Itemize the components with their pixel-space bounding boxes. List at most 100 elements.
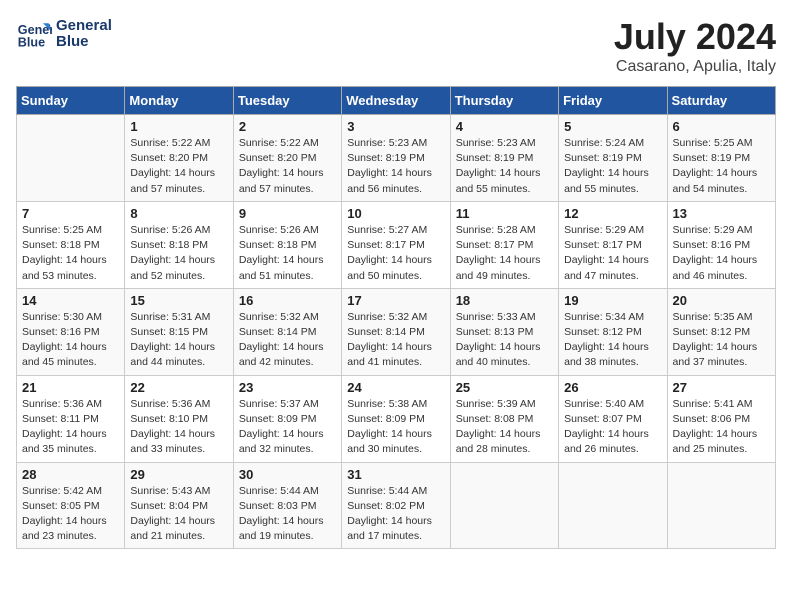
calendar-cell: 14 Sunrise: 5:30 AMSunset: 8:16 PMDayligh… — [17, 288, 125, 375]
day-number: 13 — [673, 206, 770, 221]
day-info: Sunrise: 5:23 AMSunset: 8:19 PMDaylight:… — [456, 136, 553, 197]
day-info: Sunrise: 5:36 AMSunset: 8:10 PMDaylight:… — [130, 397, 227, 458]
day-number: 31 — [347, 467, 444, 482]
calendar-cell: 29 Sunrise: 5:43 AMSunset: 8:04 PMDayligh… — [125, 462, 233, 549]
day-number: 22 — [130, 380, 227, 395]
day-number: 19 — [564, 293, 661, 308]
day-info: Sunrise: 5:25 AMSunset: 8:18 PMDaylight:… — [22, 223, 119, 284]
calendar-cell: 21 Sunrise: 5:36 AMSunset: 8:11 PMDayligh… — [17, 375, 125, 462]
calendar-cell: 23 Sunrise: 5:37 AMSunset: 8:09 PMDayligh… — [233, 375, 341, 462]
location: Casarano, Apulia, Italy — [614, 58, 776, 76]
calendar-cell: 1Sunrise: 5:22 AMSunset: 8:20 PMDaylight… — [125, 115, 233, 202]
day-number: 11 — [456, 206, 553, 221]
calendar-cell: 8Sunrise: 5:26 AMSunset: 8:18 PMDaylight… — [125, 201, 233, 288]
day-number: 26 — [564, 380, 661, 395]
day-info: Sunrise: 5:25 AMSunset: 8:19 PMDaylight:… — [673, 136, 770, 197]
day-info: Sunrise: 5:44 AMSunset: 8:02 PMDaylight:… — [347, 484, 444, 545]
day-number: 27 — [673, 380, 770, 395]
calendar-cell: 19Sunrise: 5:34 AMSunset: 8:12 PMDayligh… — [559, 288, 667, 375]
calendar-cell — [667, 462, 775, 549]
day-info: Sunrise: 5:40 AMSunset: 8:07 PMDaylight:… — [564, 397, 661, 458]
day-number: 3 — [347, 119, 444, 134]
day-info: Sunrise: 5:33 AMSunset: 8:13 PMDaylight:… — [456, 310, 553, 371]
day-info: Sunrise: 5:36 AMSunset: 8:11 PMDaylight:… — [22, 397, 119, 458]
logo: General Blue General Blue — [16, 16, 112, 52]
day-info: Sunrise: 5:27 AMSunset: 8:17 PMDaylight:… — [347, 223, 444, 284]
svg-text:Blue: Blue — [18, 36, 45, 50]
day-number: 4 — [456, 119, 553, 134]
day-number: 23 — [239, 380, 336, 395]
day-info: Sunrise: 5:39 AMSunset: 8:08 PMDaylight:… — [456, 397, 553, 458]
title-area: July 2024 Casarano, Apulia, Italy — [614, 16, 776, 76]
calendar-cell — [17, 115, 125, 202]
calendar-cell: 10 Sunrise: 5:27 AMSunset: 8:17 PMDayligh… — [342, 201, 450, 288]
day-number: 9 — [239, 206, 336, 221]
calendar-cell — [559, 462, 667, 549]
header-friday: Friday — [559, 87, 667, 115]
calendar-cell: 15 Sunrise: 5:31 AMSunset: 8:15 PMDayligh… — [125, 288, 233, 375]
day-number: 7 — [22, 206, 119, 221]
day-number: 18 — [456, 293, 553, 308]
day-number: 17 — [347, 293, 444, 308]
calendar-cell: 12 Sunrise: 5:29 AMSunset: 8:17 PMDayligh… — [559, 201, 667, 288]
day-info: Sunrise: 5:23 AMSunset: 8:19 PMDaylight:… — [347, 136, 444, 197]
day-number: 28 — [22, 467, 119, 482]
calendar-cell: 20 Sunrise: 5:35 AMSunset: 8:12 PMDayligh… — [667, 288, 775, 375]
day-info: Sunrise: 5:31 AMSunset: 8:15 PMDaylight:… — [130, 310, 227, 371]
day-info: Sunrise: 5:29 AMSunset: 8:16 PMDaylight:… — [673, 223, 770, 284]
day-number: 16 — [239, 293, 336, 308]
week-row-2: 7 Sunrise: 5:25 AMSunset: 8:18 PMDaylight… — [17, 201, 776, 288]
calendar-cell: 3 Sunrise: 5:23 AMSunset: 8:19 PMDaylight… — [342, 115, 450, 202]
calendar-cell: 28 Sunrise: 5:42 AMSunset: 8:05 PMDayligh… — [17, 462, 125, 549]
day-number: 8 — [130, 206, 227, 221]
day-info: Sunrise: 5:38 AMSunset: 8:09 PMDaylight:… — [347, 397, 444, 458]
header: General Blue General Blue July 2024 Casa… — [16, 16, 776, 76]
day-number: 10 — [347, 206, 444, 221]
day-info: Sunrise: 5:37 AMSunset: 8:09 PMDaylight:… — [239, 397, 336, 458]
day-number: 20 — [673, 293, 770, 308]
calendar-cell: 30Sunrise: 5:44 AMSunset: 8:03 PMDayligh… — [233, 462, 341, 549]
header-sunday: Sunday — [17, 87, 125, 115]
day-info: Sunrise: 5:32 AMSunset: 8:14 PMDaylight:… — [239, 310, 336, 371]
calendar-cell: 24 Sunrise: 5:38 AMSunset: 8:09 PMDayligh… — [342, 375, 450, 462]
day-info: Sunrise: 5:43 AMSunset: 8:04 PMDaylight:… — [130, 484, 227, 545]
day-number: 21 — [22, 380, 119, 395]
day-info: Sunrise: 5:24 AMSunset: 8:19 PMDaylight:… — [564, 136, 661, 197]
week-row-4: 21 Sunrise: 5:36 AMSunset: 8:11 PMDayligh… — [17, 375, 776, 462]
header-row: SundayMondayTuesdayWednesdayThursdayFrid… — [17, 87, 776, 115]
calendar-cell: 2Sunrise: 5:22 AMSunset: 8:20 PMDaylight… — [233, 115, 341, 202]
calendar-cell: 16 Sunrise: 5:32 AMSunset: 8:14 PMDayligh… — [233, 288, 341, 375]
day-info: Sunrise: 5:22 AMSunset: 8:20 PMDaylight:… — [239, 136, 336, 197]
calendar-cell: 18 Sunrise: 5:33 AMSunset: 8:13 PMDayligh… — [450, 288, 558, 375]
calendar-cell: 22 Sunrise: 5:36 AMSunset: 8:10 PMDayligh… — [125, 375, 233, 462]
calendar-cell: 4 Sunrise: 5:23 AMSunset: 8:19 PMDaylight… — [450, 115, 558, 202]
day-number: 29 — [130, 467, 227, 482]
day-info: Sunrise: 5:44 AMSunset: 8:03 PMDaylight:… — [239, 484, 336, 545]
day-info: Sunrise: 5:28 AMSunset: 8:17 PMDaylight:… — [456, 223, 553, 284]
month-year: July 2024 — [614, 16, 776, 58]
logo-text-blue: Blue — [56, 34, 112, 51]
calendar-cell: 25Sunrise: 5:39 AMSunset: 8:08 PMDayligh… — [450, 375, 558, 462]
calendar-cell: 6Sunrise: 5:25 AMSunset: 8:19 PMDaylight… — [667, 115, 775, 202]
day-info: Sunrise: 5:26 AMSunset: 8:18 PMDaylight:… — [239, 223, 336, 284]
header-wednesday: Wednesday — [342, 87, 450, 115]
day-info: Sunrise: 5:30 AMSunset: 8:16 PMDaylight:… — [22, 310, 119, 371]
day-number: 15 — [130, 293, 227, 308]
day-info: Sunrise: 5:29 AMSunset: 8:17 PMDaylight:… — [564, 223, 661, 284]
day-number: 12 — [564, 206, 661, 221]
calendar-cell: 7 Sunrise: 5:25 AMSunset: 8:18 PMDaylight… — [17, 201, 125, 288]
calendar-cell: 17Sunrise: 5:32 AMSunset: 8:14 PMDayligh… — [342, 288, 450, 375]
header-tuesday: Tuesday — [233, 87, 341, 115]
calendar-cell: 27Sunrise: 5:41 AMSunset: 8:06 PMDayligh… — [667, 375, 775, 462]
week-row-3: 14 Sunrise: 5:30 AMSunset: 8:16 PMDayligh… — [17, 288, 776, 375]
day-number: 5 — [564, 119, 661, 134]
day-info: Sunrise: 5:35 AMSunset: 8:12 PMDaylight:… — [673, 310, 770, 371]
day-number: 14 — [22, 293, 119, 308]
calendar-cell: 9 Sunrise: 5:26 AMSunset: 8:18 PMDaylight… — [233, 201, 341, 288]
logo-text-general: General — [56, 18, 112, 35]
calendar-cell: 26 Sunrise: 5:40 AMSunset: 8:07 PMDayligh… — [559, 375, 667, 462]
calendar-cell: 31 Sunrise: 5:44 AMSunset: 8:02 PMDayligh… — [342, 462, 450, 549]
day-info: Sunrise: 5:42 AMSunset: 8:05 PMDaylight:… — [22, 484, 119, 545]
day-number: 24 — [347, 380, 444, 395]
calendar-cell: 13 Sunrise: 5:29 AMSunset: 8:16 PMDayligh… — [667, 201, 775, 288]
